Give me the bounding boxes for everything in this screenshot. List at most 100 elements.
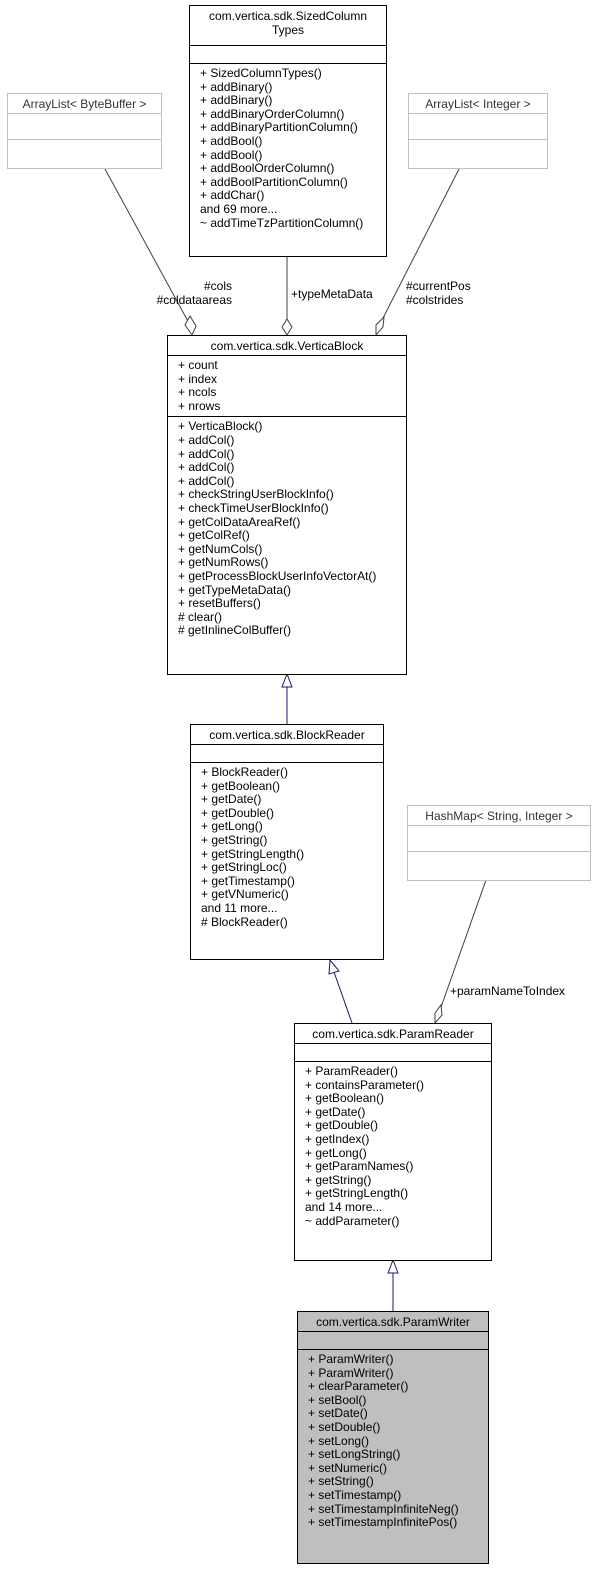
method-item[interactable]: + addBinary() <box>200 94 386 108</box>
method-item[interactable]: + BlockReader() <box>201 765 383 780</box>
method-item[interactable]: + getBoolean() <box>201 779 383 794</box>
method-item[interactable]: + addBinaryOrderColumn() <box>200 107 386 122</box>
method-item[interactable]: + getString() <box>201 833 383 848</box>
attribute-item[interactable]: + count <box>178 358 406 373</box>
method-item[interactable]: ~ addTimeTzPartitionColumn() <box>200 216 386 231</box>
methods-section <box>8 139 161 165</box>
method-item[interactable]: + containsParameter() <box>305 1078 491 1093</box>
attributes-section <box>190 45 386 63</box>
method-item[interactable]: + SizedColumnTypes() <box>200 66 386 81</box>
method-item[interactable]: + checkStringUserBlockInfo() <box>178 488 406 502</box>
method-item[interactable]: + addBinary() <box>200 80 386 95</box>
class-title: ArrayList< ByteBuffer > <box>22 97 147 111</box>
class-node-hashmap-string-integer[interactable]: HashMap< String, Integer > <box>407 805 591 881</box>
method-item[interactable]: + addCol() <box>178 447 406 462</box>
inheritance-arrow-icon <box>328 958 340 975</box>
method-item[interactable]: + clearParameter() <box>308 1380 488 1394</box>
method-item[interactable]: + getDate() <box>201 793 383 807</box>
method-item[interactable]: + getColRef() <box>178 529 406 543</box>
method-item[interactable]: + setTimestampInfinitePos() <box>308 1516 488 1530</box>
method-item[interactable]: + getStringLength() <box>201 847 383 862</box>
method-item[interactable]: + setBool() <box>308 1393 488 1408</box>
attribute-item[interactable]: + ncols <box>178 386 406 400</box>
inheritance-arrow-icon <box>281 672 293 688</box>
edge-label-paramnametoindex: +paramNameToIndex <box>450 984 566 998</box>
method-item[interactable]: + setTimestampInfiniteNeg() <box>308 1502 488 1517</box>
method-item[interactable]: + getBoolean() <box>305 1092 491 1106</box>
method-item[interactable]: # BlockReader() <box>201 915 383 930</box>
class-title: ArrayList< Integer > <box>425 97 531 111</box>
class-title: com.vertica.sdk.BlockReader <box>209 728 365 742</box>
attribute-item[interactable]: + index <box>178 372 406 387</box>
method-item[interactable]: + getString() <box>305 1173 491 1188</box>
aggregation-diamond-icon <box>281 318 293 336</box>
method-item[interactable]: and 69 more... <box>200 202 386 217</box>
method-item[interactable]: + getNumRows() <box>178 556 406 570</box>
method-item[interactable]: + getIndex() <box>305 1132 491 1147</box>
class-node-block-reader[interactable]: com.vertica.sdk.BlockReader + BlockReade… <box>190 724 384 960</box>
class-node-arraylist-bytebuffer[interactable]: ArrayList< ByteBuffer > <box>7 93 162 169</box>
edge-paramreader-inherits-blockreader <box>328 958 353 1024</box>
class-title: HashMap< String, Integer > <box>425 809 573 823</box>
class-node-arraylist-integer[interactable]: ArrayList< Integer > <box>408 93 548 169</box>
class-node-vertica-block[interactable]: com.vertica.sdk.VerticaBlock + count + in… <box>167 335 407 675</box>
method-item[interactable]: + addCol() <box>178 474 406 489</box>
method-item[interactable]: + VerticaBlock() <box>178 420 406 434</box>
method-item[interactable]: + setDate() <box>308 1407 488 1421</box>
method-item[interactable]: + getParamNames() <box>305 1160 491 1174</box>
method-item[interactable]: + getColDataAreaRef() <box>178 515 406 530</box>
inheritance-arrow-icon <box>387 1258 399 1274</box>
method-item[interactable]: + getLong() <box>201 820 383 834</box>
attributes-section <box>191 744 383 762</box>
method-item[interactable]: + addCol() <box>178 461 406 475</box>
method-item[interactable]: + getDouble() <box>201 806 383 821</box>
method-item[interactable]: + setNumeric() <box>308 1461 488 1476</box>
method-item[interactable]: + setTimestamp() <box>308 1488 488 1503</box>
method-item[interactable]: ~ addParameter() <box>305 1214 491 1229</box>
method-item[interactable]: + getVNumeric() <box>201 888 383 902</box>
class-node-param-reader[interactable]: com.vertica.sdk.ParamReader + ParamReade… <box>294 1023 492 1261</box>
method-item[interactable]: + addBoolPartitionColumn() <box>200 175 386 190</box>
method-item[interactable]: + getLong() <box>305 1146 491 1161</box>
class-node-param-writer[interactable]: com.vertica.sdk.ParamWriter + ParamWrite… <box>297 1311 489 1564</box>
class-title: com.vertica.sdk.SizedColumn Types <box>208 9 368 37</box>
attribute-item[interactable]: + nrows <box>178 399 406 414</box>
edge-bytebuffer-to-verticablock <box>104 168 197 337</box>
method-item[interactable]: + getNumCols() <box>178 542 406 557</box>
method-item[interactable]: + getTimestamp() <box>201 874 383 889</box>
method-item[interactable]: + getDate() <box>305 1105 491 1120</box>
method-item[interactable]: + setLong() <box>308 1434 488 1449</box>
method-item[interactable]: + getStringLoc() <box>201 861 383 875</box>
method-item[interactable]: + resetBuffers() <box>178 596 406 611</box>
method-item[interactable]: + addBool() <box>200 134 386 149</box>
edge-label-cols: #cols <box>203 279 232 293</box>
attributes-section <box>8 113 161 139</box>
method-item[interactable]: + getStringLength() <box>305 1187 491 1201</box>
method-item[interactable]: # clear() <box>178 610 406 625</box>
class-node-sized-column-types[interactable]: com.vertica.sdk.SizedColumn Types + Size… <box>189 5 387 257</box>
aggregation-diamond-icon <box>434 1003 443 1025</box>
method-item[interactable]: + addBinaryPartitionColumn() <box>200 121 386 135</box>
method-item[interactable]: and 14 more... <box>305 1200 491 1215</box>
method-item[interactable]: # getInlineColBuffer() <box>178 624 406 638</box>
edge-hashmap-to-paramreader <box>434 879 487 1025</box>
method-item[interactable]: + setDouble() <box>308 1420 488 1435</box>
method-item[interactable]: + getTypeMetaData() <box>178 583 406 598</box>
method-item[interactable]: + getProcessBlockUserInfoVectorAt() <box>178 569 406 584</box>
aggregation-diamond-icon <box>375 315 385 337</box>
method-item[interactable]: + checkTimeUserBlockInfo() <box>178 501 406 516</box>
method-item[interactable]: + ParamReader() <box>305 1064 491 1079</box>
method-item[interactable]: + setLongString() <box>308 1448 488 1462</box>
method-item[interactable]: + ParamWriter() <box>308 1352 488 1367</box>
method-item[interactable]: + setString() <box>308 1475 488 1489</box>
method-item[interactable]: and 11 more... <box>201 901 383 916</box>
edge-label-currentpos: #currentPos <box>406 279 471 293</box>
method-item[interactable]: + getDouble() <box>305 1119 491 1133</box>
attributes-section <box>298 1331 488 1349</box>
method-item[interactable]: + addCol() <box>178 433 406 448</box>
method-item[interactable]: + addChar() <box>200 189 386 203</box>
method-item[interactable]: + ParamWriter() <box>308 1366 488 1381</box>
method-item[interactable]: + addBool() <box>200 148 386 163</box>
method-item[interactable]: + addBoolOrderColumn() <box>200 162 386 176</box>
methods-section: + ParamWriter() + ParamWriter() + clearPar… <box>298 1349 488 1533</box>
